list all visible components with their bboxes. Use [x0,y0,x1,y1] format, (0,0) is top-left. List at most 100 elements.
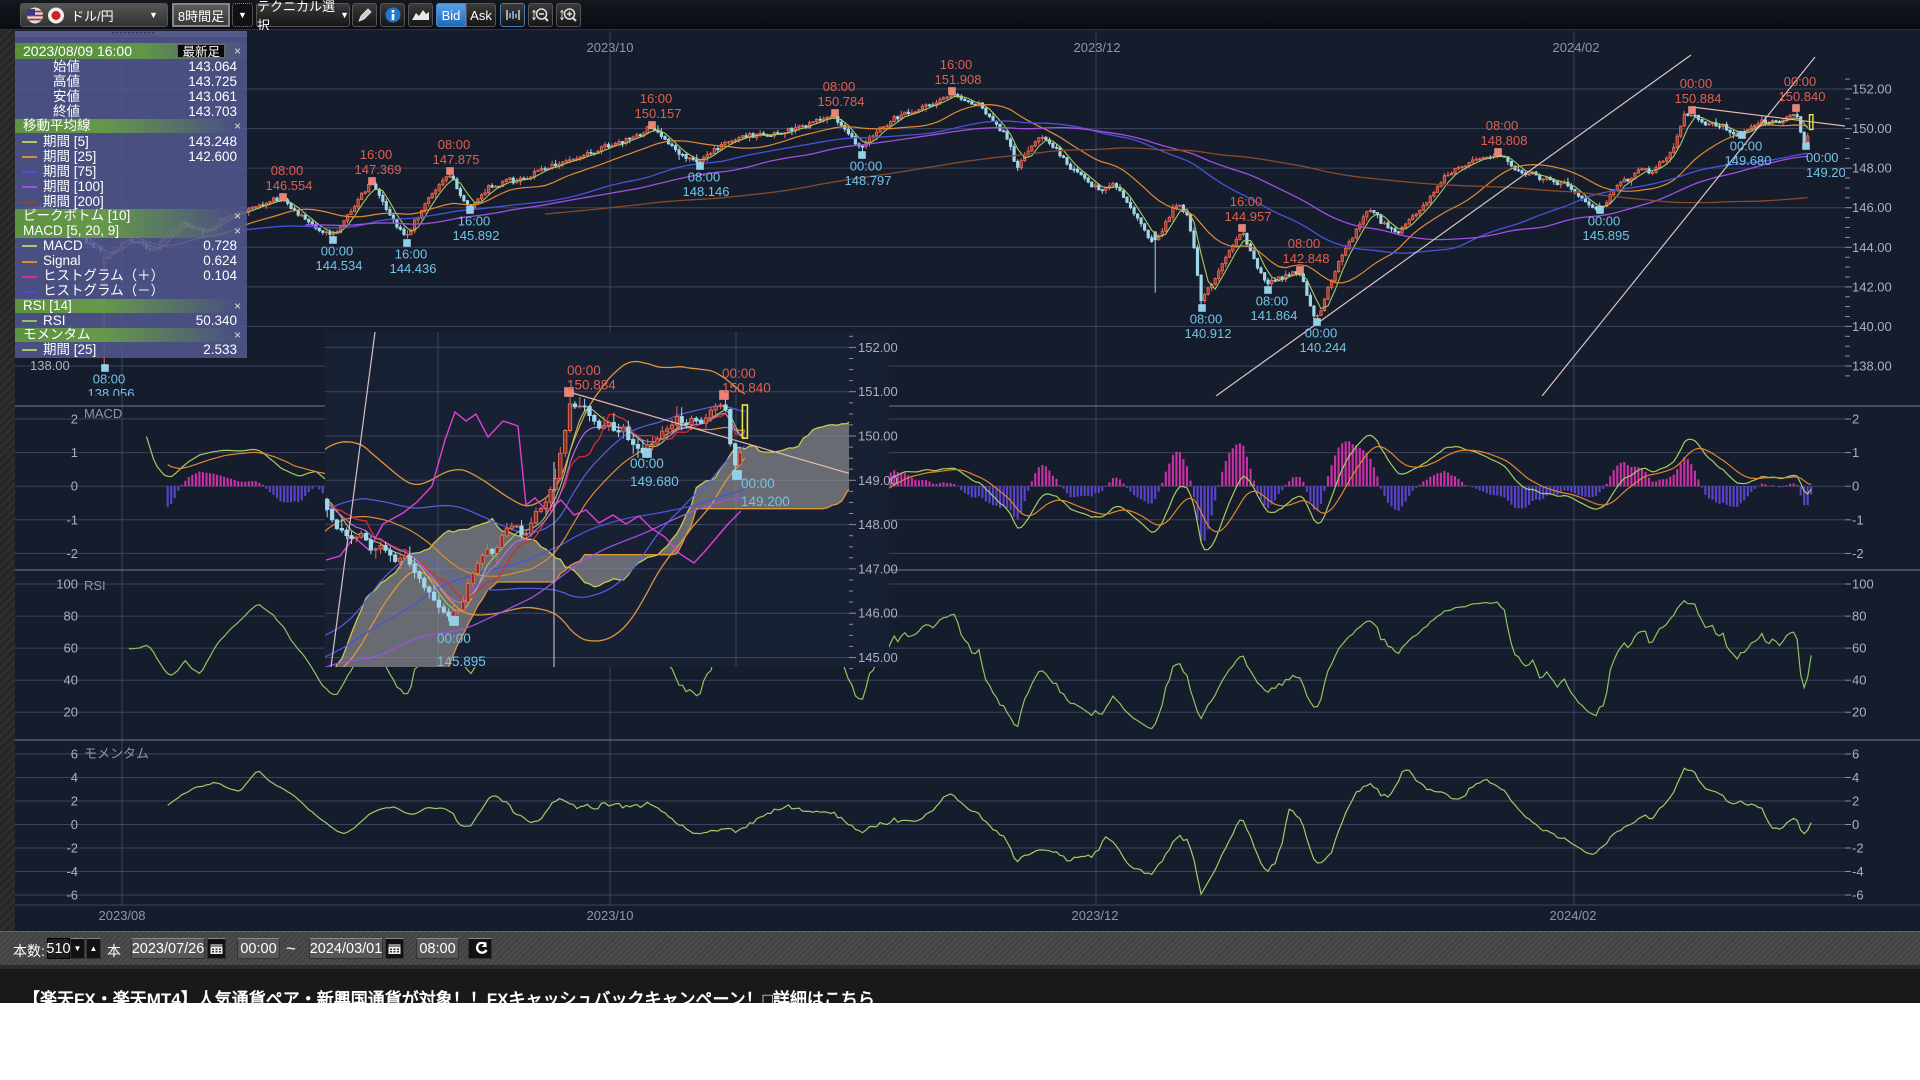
svg-text:147.369: 147.369 [355,162,402,177]
svg-text:08:00: 08:00 [688,170,721,185]
svg-text:150.00: 150.00 [1852,121,1892,136]
svg-text:144.534: 144.534 [316,258,363,273]
svg-text:20: 20 [1852,705,1866,720]
svg-text:147.00: 147.00 [858,561,898,576]
svg-text:1: 1 [1852,445,1859,460]
svg-text:00:00: 00:00 [1784,74,1817,89]
svg-text:2: 2 [1852,794,1859,809]
svg-text:149.680: 149.680 [630,474,679,489]
svg-text:6: 6 [71,747,78,762]
svg-text:-4: -4 [1852,864,1864,879]
svg-text:16:00: 16:00 [458,214,491,229]
svg-text:00:00: 00:00 [1806,150,1839,165]
svg-text:150.784: 150.784 [818,94,865,109]
svg-text:08:00: 08:00 [1256,294,1289,309]
svg-text:2023/10: 2023/10 [587,40,634,55]
svg-text:2: 2 [71,412,78,427]
svg-text:2023/10: 2023/10 [587,908,634,923]
svg-text:4: 4 [71,770,78,785]
svg-text:16:00: 16:00 [940,57,973,72]
svg-text:08:00: 08:00 [271,163,304,178]
svg-text:0: 0 [1852,479,1859,494]
svg-text:142.848: 142.848 [1283,251,1330,266]
svg-text:-6: -6 [1852,888,1864,903]
svg-text:145.895: 145.895 [1583,228,1630,243]
svg-text:2: 2 [71,794,78,809]
svg-text:0: 0 [71,479,78,494]
svg-text:0: 0 [71,817,78,832]
svg-text:-2: -2 [66,841,78,856]
svg-text:138.00: 138.00 [30,358,70,373]
svg-text:00:00: 00:00 [437,631,471,646]
svg-text:60: 60 [64,641,78,656]
svg-text:60: 60 [1852,641,1866,656]
svg-text:152.00: 152.00 [858,340,898,355]
svg-text:2023/08: 2023/08 [99,908,146,923]
svg-text:80: 80 [64,609,78,624]
svg-text:RSI: RSI [84,578,106,593]
svg-text:152.00: 152.00 [1852,82,1892,97]
svg-text:-6: -6 [66,888,78,903]
svg-text:-2: -2 [1852,546,1864,561]
svg-text:-1: -1 [66,512,78,527]
svg-text:-1: -1 [1852,512,1864,527]
svg-text:144.00: 144.00 [1852,240,1892,255]
svg-text:148.00: 148.00 [858,517,898,532]
svg-text:00:00: 00:00 [321,244,354,259]
svg-text:145.00: 145.00 [858,650,898,665]
svg-text:149.200: 149.200 [741,494,790,509]
svg-text:2024/02: 2024/02 [1553,40,1600,55]
svg-text:150.840: 150.840 [722,381,771,396]
svg-text:150.884: 150.884 [567,378,616,393]
svg-text:140.244: 140.244 [1300,340,1347,355]
svg-text:150.884: 150.884 [1675,91,1722,106]
svg-text:40: 40 [1852,673,1866,688]
svg-text:146.00: 146.00 [858,606,898,621]
svg-text:151.00: 151.00 [858,384,898,399]
svg-text:150.157: 150.157 [635,106,682,121]
svg-text:00:00: 00:00 [722,366,756,381]
svg-text:2023/12: 2023/12 [1074,40,1121,55]
svg-text:150.00: 150.00 [858,429,898,444]
svg-text:151.908: 151.908 [935,72,982,87]
svg-text:20: 20 [64,705,78,720]
svg-text:148.797: 148.797 [845,173,892,188]
svg-text:08:00: 08:00 [93,372,126,387]
svg-text:149.680: 149.680 [1725,153,1772,168]
svg-text:145.895: 145.895 [437,654,486,669]
svg-text:100: 100 [56,577,78,592]
svg-text:4: 4 [1852,770,1859,785]
svg-text:MACD: MACD [84,406,122,421]
svg-text:2024/02: 2024/02 [1550,908,1597,923]
svg-text:00:00: 00:00 [567,363,601,378]
svg-text:1: 1 [71,445,78,460]
svg-text:140.912: 140.912 [1185,326,1232,341]
svg-text:138.00: 138.00 [1852,359,1892,374]
svg-text:08:00: 08:00 [1486,118,1519,133]
svg-text:16:00: 16:00 [1230,194,1263,209]
svg-text:16:00: 16:00 [395,247,428,262]
svg-text:147.875: 147.875 [433,152,480,167]
svg-text:6: 6 [1852,747,1859,762]
svg-text:-2: -2 [66,546,78,561]
svg-text:モメンタム: モメンタム [84,746,149,761]
svg-text:-4: -4 [66,864,78,879]
svg-text:142.00: 142.00 [1852,279,1892,294]
svg-text:141.864: 141.864 [1251,308,1298,323]
svg-text:80: 80 [1852,609,1866,624]
svg-text:0: 0 [1852,817,1859,832]
svg-text:00:00: 00:00 [1680,76,1713,91]
svg-text:148.808: 148.808 [1481,133,1528,148]
svg-text:08:00: 08:00 [1288,236,1321,251]
svg-text:16:00: 16:00 [640,91,673,106]
svg-text:00:00: 00:00 [1305,326,1338,341]
svg-text:148.00: 148.00 [1852,161,1892,176]
svg-text:00:00: 00:00 [850,159,883,174]
svg-text:08:00: 08:00 [1190,312,1223,327]
svg-text:00:00: 00:00 [1730,139,1763,154]
svg-text:00:00: 00:00 [630,456,664,471]
svg-text:148.146: 148.146 [683,184,730,199]
svg-text:145.892: 145.892 [453,228,500,243]
svg-text:08:00: 08:00 [438,137,471,152]
svg-text:100: 100 [1852,577,1874,592]
